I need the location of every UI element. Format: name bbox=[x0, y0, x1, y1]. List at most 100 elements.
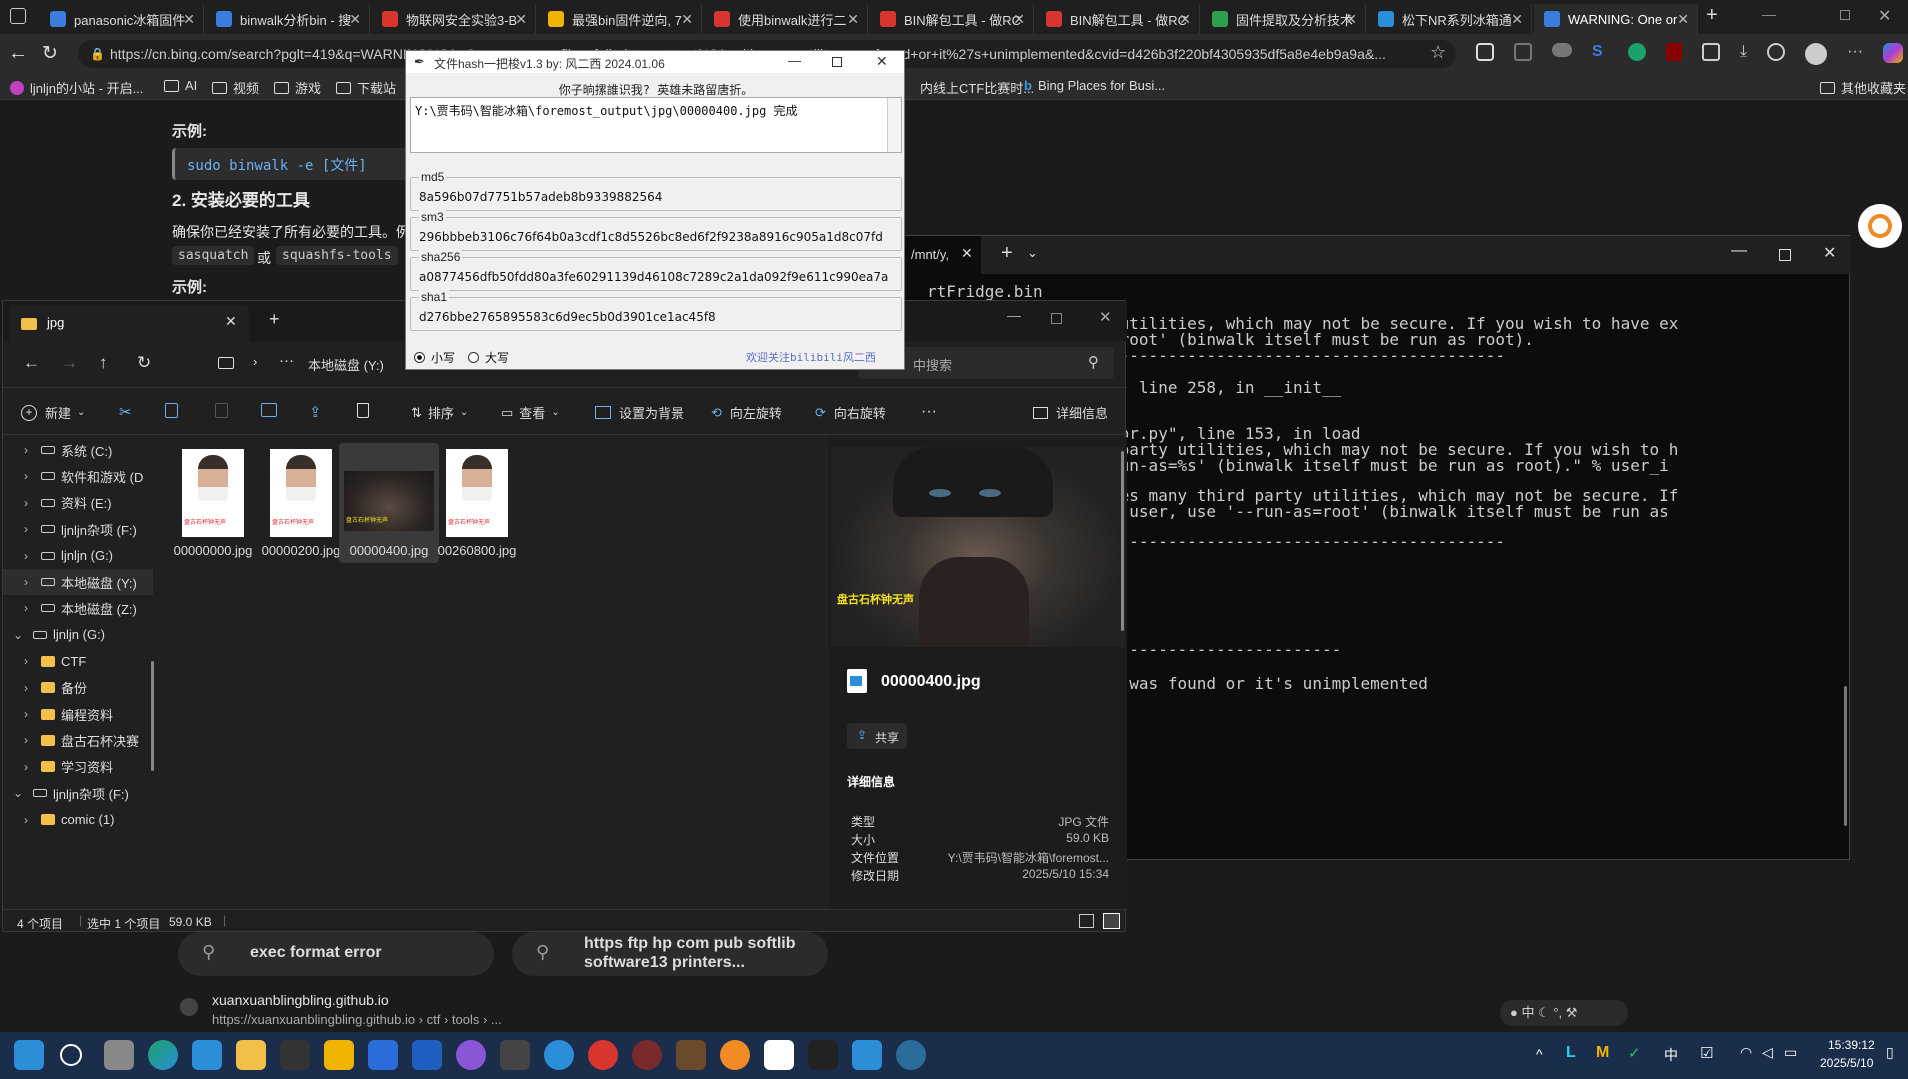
close-tab-icon[interactable]: ✕ bbox=[1345, 11, 1357, 28]
close-tab-icon[interactable]: ✕ bbox=[225, 313, 237, 330]
browser-tab[interactable]: 物联网安全实验3-B ✕ bbox=[372, 4, 536, 34]
textarea-scrollbar[interactable] bbox=[887, 98, 901, 152]
radio-upper[interactable]: 大写 bbox=[468, 349, 509, 366]
fav-item-games[interactable]: 游戏 bbox=[274, 78, 321, 97]
chevron-down-icon[interactable]: ⌄ bbox=[9, 628, 27, 642]
edge-icon[interactable] bbox=[148, 1040, 178, 1070]
new-button[interactable]: + 新建 ⌄ bbox=[21, 403, 85, 422]
browser-tab[interactable]: 固件提取及分析技术 ✕ bbox=[1202, 4, 1366, 34]
chevron-right-icon[interactable]: › bbox=[17, 601, 35, 615]
set-background-button[interactable]: 设置为背景 bbox=[595, 403, 684, 422]
close-tab-icon[interactable]: ✕ bbox=[1179, 11, 1191, 28]
extension-green-icon[interactable] bbox=[1628, 43, 1646, 61]
fav-item-site[interactable]: ljnljn的小站 - 开启... bbox=[10, 78, 143, 97]
breadcrumb[interactable]: 本地磁盘 (Y:) bbox=[308, 355, 384, 374]
close-tab-icon[interactable]: ✕ bbox=[183, 11, 195, 28]
new-tab-icon[interactable]: + bbox=[1001, 242, 1013, 265]
nav-item[interactable]: › 备份 bbox=[3, 675, 153, 701]
chevron-right-icon[interactable]: › bbox=[17, 760, 35, 774]
start-menu-icon[interactable] bbox=[14, 1040, 44, 1070]
list-view-icon[interactable] bbox=[1079, 914, 1094, 928]
close-tab-icon[interactable]: ✕ bbox=[681, 11, 693, 28]
restore-window-button[interactable] bbox=[1840, 10, 1850, 20]
wifi-icon[interactable]: ◠ bbox=[1740, 1044, 1752, 1061]
cut-button[interactable]: ✂ bbox=[119, 403, 132, 421]
chevron-right-icon[interactable]: › bbox=[17, 575, 35, 589]
clock-time[interactable]: 15:39:12 bbox=[1828, 1038, 1875, 1052]
chevron-right-icon[interactable]: › bbox=[17, 469, 35, 483]
browser-tab[interactable]: 最强bin固件逆向, 7 ✕ bbox=[538, 4, 702, 34]
new-tab-icon[interactable]: + bbox=[269, 309, 280, 330]
close-tab-icon[interactable]: ✕ bbox=[847, 11, 859, 28]
tray-app-icon[interactable]: M bbox=[1596, 1044, 1609, 1062]
browser-tab[interactable]: 使用binwalk进行二 ✕ bbox=[704, 4, 868, 34]
app-icon[interactable] bbox=[720, 1040, 750, 1070]
more-options-button[interactable]: ··· bbox=[921, 403, 937, 421]
browser-tab[interactable]: WARNING: One or ✕ bbox=[1534, 4, 1698, 34]
nav-item[interactable]: › 软件和游戏 (D bbox=[3, 463, 153, 489]
copilot-floating-button[interactable] bbox=[1858, 204, 1902, 248]
fav-item-downloads[interactable]: 下载站 bbox=[336, 78, 396, 97]
close-icon[interactable]: ✕ bbox=[1823, 243, 1836, 263]
search-icon[interactable] bbox=[60, 1044, 82, 1066]
task-view-icon[interactable] bbox=[104, 1040, 134, 1070]
nav-item[interactable]: › comic (1) bbox=[3, 807, 153, 833]
close-tab-icon[interactable]: ✕ bbox=[1013, 11, 1025, 28]
app-icon[interactable] bbox=[324, 1040, 354, 1070]
hash-field-sha256[interactable]: sha256 a0877456dfb50fdd80a3fe60291139d461… bbox=[410, 250, 902, 291]
terminal-icon[interactable] bbox=[808, 1040, 838, 1070]
copilot-icon[interactable] bbox=[1883, 43, 1904, 63]
new-tab-button[interactable]: + bbox=[1706, 4, 1718, 27]
nav-item[interactable]: › ljnljn (G:) bbox=[3, 543, 153, 569]
maximize-icon[interactable] bbox=[1051, 313, 1062, 324]
maximize-icon[interactable] bbox=[832, 57, 842, 67]
sort-button[interactable]: ⇅ 排序 ⌄ bbox=[411, 403, 468, 422]
minimize-icon[interactable]: — bbox=[1731, 242, 1747, 260]
back-icon[interactable]: ← bbox=[8, 42, 28, 65]
pc-icon[interactable] bbox=[218, 357, 234, 369]
nav-item[interactable]: › 学习资料 bbox=[3, 754, 153, 780]
refresh-icon[interactable]: ↻ bbox=[42, 42, 58, 65]
share-button[interactable]: ⇪ 共享 bbox=[847, 723, 907, 749]
rename-button[interactable] bbox=[261, 403, 277, 417]
app-icon[interactable] bbox=[852, 1040, 882, 1070]
hash-field-md5[interactable]: md5 8a596b07d7751b57adeb8b9339882564 bbox=[410, 170, 902, 211]
app-icon[interactable] bbox=[676, 1040, 706, 1070]
rotate-left-button[interactable]: ⟲ 向左旋转 bbox=[711, 403, 782, 422]
chevron-right-icon[interactable]: › bbox=[17, 496, 35, 510]
explorer-tab[interactable]: jpg ✕ bbox=[9, 305, 249, 341]
fav-item-other[interactable]: 其他收藏夹 bbox=[1820, 78, 1906, 97]
battery-icon[interactable]: ▭ bbox=[1784, 1044, 1797, 1061]
nav-item[interactable]: › ljnljn杂项 (F:) bbox=[3, 516, 153, 542]
notification-icon[interactable]: ▯ bbox=[1886, 1044, 1894, 1061]
nav-item[interactable]: › 本地磁盘 (Y:) bbox=[3, 569, 153, 595]
forward-icon[interactable]: → bbox=[61, 353, 78, 373]
app-icon[interactable] bbox=[544, 1040, 574, 1070]
ime-indicator[interactable]: 中 bbox=[1664, 1045, 1678, 1065]
chevron-right-icon[interactable]: › bbox=[17, 549, 35, 563]
close-tab-icon[interactable]: ✕ bbox=[1511, 11, 1523, 28]
chevron-right-icon[interactable]: › bbox=[17, 522, 35, 536]
file-explorer-icon[interactable] bbox=[236, 1040, 266, 1070]
collections-icon[interactable] bbox=[1514, 43, 1532, 61]
minimize-icon[interactable]: — bbox=[1007, 307, 1021, 323]
up-icon[interactable]: ↑ bbox=[99, 353, 108, 373]
path-textarea[interactable]: Y:\贾韦码\智能冰箱\foremost_output\jpg\00000400… bbox=[410, 97, 902, 153]
rotate-right-button[interactable]: ⟳ 向右旋转 bbox=[815, 403, 886, 422]
back-icon[interactable]: ← bbox=[23, 353, 40, 373]
radio-lower[interactable]: 小写 bbox=[414, 349, 455, 366]
delete-button[interactable] bbox=[357, 403, 369, 418]
favorite-star-icon[interactable]: ☆ bbox=[1430, 42, 1446, 63]
related-search-1[interactable]: ⚲ exec format error bbox=[178, 932, 494, 976]
details-pane-button[interactable]: 详细信息 bbox=[1033, 403, 1108, 422]
copy-button[interactable] bbox=[165, 403, 178, 418]
profile-avatar-icon[interactable] bbox=[1805, 43, 1828, 65]
hash-field-sha1[interactable]: sha1 d276bbe2765895583c6d9ec5b0d3901ce1ac… bbox=[410, 290, 902, 331]
close-icon[interactable]: ✕ bbox=[876, 53, 888, 70]
nav-item[interactable]: › 资料 (E:) bbox=[3, 490, 153, 516]
result-site-name[interactable]: xuanxuanblingbling.github.io bbox=[212, 992, 389, 1008]
app-icon[interactable] bbox=[896, 1040, 926, 1070]
downloads-icon[interactable]: ⤓ bbox=[1740, 43, 1747, 65]
nav-scrollbar[interactable] bbox=[151, 661, 154, 771]
extension-glasses-icon[interactable] bbox=[1552, 43, 1572, 57]
